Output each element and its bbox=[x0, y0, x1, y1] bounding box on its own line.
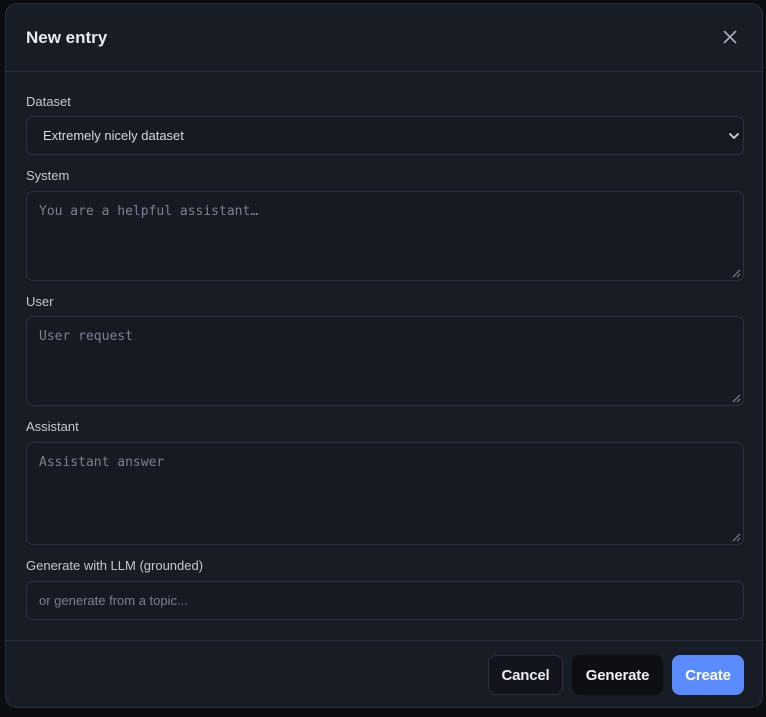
dataset-selected-value: Extremely nicely dataset bbox=[43, 128, 184, 143]
assistant-textarea[interactable]: Assistant answer bbox=[26, 442, 744, 545]
close-icon bbox=[723, 30, 737, 44]
dialog-header: New entry bbox=[6, 4, 762, 72]
user-label: User bbox=[26, 294, 54, 309]
user-placeholder: User request bbox=[39, 329, 133, 344]
generate-button[interactable]: Generate bbox=[572, 655, 663, 695]
dialog-title: New entry bbox=[26, 28, 108, 47]
assistant-label: Assistant bbox=[26, 419, 79, 434]
system-label: System bbox=[26, 168, 70, 183]
topic-input[interactable]: or generate from a topic... bbox=[26, 581, 744, 620]
dataset-select[interactable]: Extremely nicely dataset bbox=[26, 116, 744, 155]
create-button[interactable]: Create bbox=[672, 655, 744, 695]
generate-label: Generate with LLM (grounded) bbox=[26, 558, 204, 573]
system-textarea[interactable]: You are a helpful assistant… bbox=[26, 191, 744, 281]
resize-handle-icon[interactable] bbox=[732, 394, 741, 403]
resize-handle-icon[interactable] bbox=[732, 269, 741, 278]
chevron-down-icon bbox=[729, 133, 739, 139]
dialog-footer: Cancel Generate Create bbox=[6, 640, 762, 707]
assistant-placeholder: Assistant answer bbox=[39, 455, 165, 470]
dataset-label: Dataset bbox=[26, 94, 71, 109]
close-button[interactable] bbox=[718, 25, 742, 49]
topic-placeholder: or generate from a topic... bbox=[39, 593, 188, 608]
new-entry-dialog: New entry Dataset Extremely nicely datas… bbox=[5, 3, 763, 708]
system-placeholder: You are a helpful assistant… bbox=[39, 204, 259, 219]
user-textarea[interactable]: User request bbox=[26, 316, 744, 406]
resize-handle-icon[interactable] bbox=[732, 533, 741, 542]
cancel-button[interactable]: Cancel bbox=[488, 655, 563, 695]
